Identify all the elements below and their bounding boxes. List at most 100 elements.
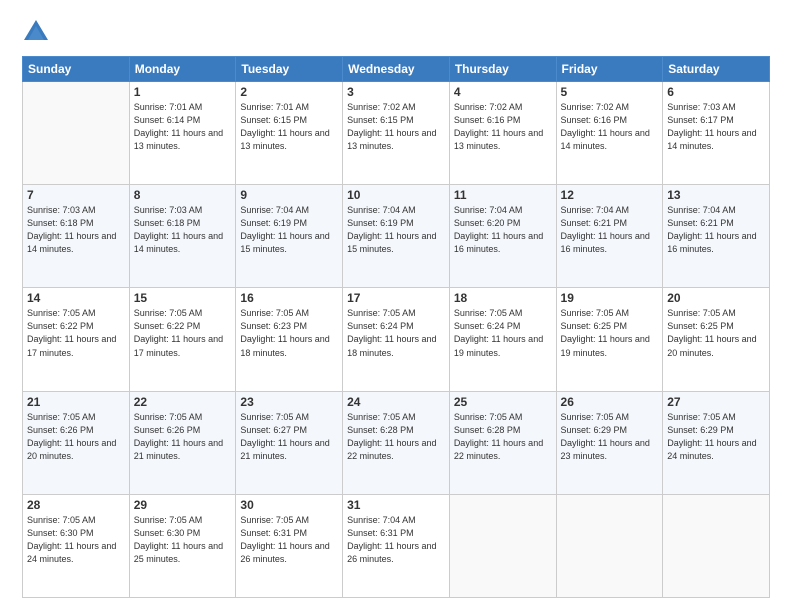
day-info: Sunrise: 7:05 AM Sunset: 6:31 PM Dayligh…: [240, 514, 338, 566]
day-number: 5: [561, 85, 659, 99]
day-cell: 19 Sunrise: 7:05 AM Sunset: 6:25 PM Dayli…: [556, 288, 663, 391]
day-number: 7: [27, 188, 125, 202]
day-number: 24: [347, 395, 445, 409]
day-cell: 4 Sunrise: 7:02 AM Sunset: 6:16 PM Daylig…: [449, 82, 556, 185]
day-number: 10: [347, 188, 445, 202]
day-info: Sunrise: 7:05 AM Sunset: 6:23 PM Dayligh…: [240, 307, 338, 359]
day-number: 29: [134, 498, 232, 512]
day-number: 2: [240, 85, 338, 99]
day-cell: 21 Sunrise: 7:05 AM Sunset: 6:26 PM Dayli…: [23, 391, 130, 494]
logo-icon: [22, 18, 50, 46]
day-info: Sunrise: 7:01 AM Sunset: 6:14 PM Dayligh…: [134, 101, 232, 153]
day-info: Sunrise: 7:05 AM Sunset: 6:27 PM Dayligh…: [240, 411, 338, 463]
day-number: 23: [240, 395, 338, 409]
col-header-saturday: Saturday: [663, 57, 770, 82]
col-header-sunday: Sunday: [23, 57, 130, 82]
col-header-thursday: Thursday: [449, 57, 556, 82]
day-info: Sunrise: 7:05 AM Sunset: 6:26 PM Dayligh…: [134, 411, 232, 463]
day-info: Sunrise: 7:04 AM Sunset: 6:20 PM Dayligh…: [454, 204, 552, 256]
col-header-tuesday: Tuesday: [236, 57, 343, 82]
day-cell: 13 Sunrise: 7:04 AM Sunset: 6:21 PM Dayli…: [663, 185, 770, 288]
day-cell: 5 Sunrise: 7:02 AM Sunset: 6:16 PM Daylig…: [556, 82, 663, 185]
day-info: Sunrise: 7:04 AM Sunset: 6:19 PM Dayligh…: [347, 204, 445, 256]
day-cell: 25 Sunrise: 7:05 AM Sunset: 6:28 PM Dayli…: [449, 391, 556, 494]
day-number: 27: [667, 395, 765, 409]
day-number: 19: [561, 291, 659, 305]
day-number: 3: [347, 85, 445, 99]
day-info: Sunrise: 7:01 AM Sunset: 6:15 PM Dayligh…: [240, 101, 338, 153]
day-number: 26: [561, 395, 659, 409]
week-row-5: 28 Sunrise: 7:05 AM Sunset: 6:30 PM Dayli…: [23, 494, 770, 597]
day-number: 18: [454, 291, 552, 305]
calendar-header-row: SundayMondayTuesdayWednesdayThursdayFrid…: [23, 57, 770, 82]
day-cell: 22Sunrise: 7:05 AM Sunset: 6:26 PM Dayli…: [129, 391, 236, 494]
week-row-1: 1 Sunrise: 7:01 AM Sunset: 6:14 PM Daylig…: [23, 82, 770, 185]
day-info: Sunrise: 7:04 AM Sunset: 6:31 PM Dayligh…: [347, 514, 445, 566]
day-number: 21: [27, 395, 125, 409]
day-info: Sunrise: 7:04 AM Sunset: 6:21 PM Dayligh…: [561, 204, 659, 256]
day-info: Sunrise: 7:05 AM Sunset: 6:29 PM Dayligh…: [667, 411, 765, 463]
logo: [22, 18, 54, 46]
day-number: 15: [134, 291, 232, 305]
day-cell: 8 Sunrise: 7:03 AM Sunset: 6:18 PM Daylig…: [129, 185, 236, 288]
day-cell: 15 Sunrise: 7:05 AM Sunset: 6:22 PM Dayli…: [129, 288, 236, 391]
day-info: Sunrise: 7:03 AM Sunset: 6:18 PM Dayligh…: [134, 204, 232, 256]
calendar: SundayMondayTuesdayWednesdayThursdayFrid…: [22, 56, 770, 598]
day-cell: 11 Sunrise: 7:04 AM Sunset: 6:20 PM Dayli…: [449, 185, 556, 288]
day-info: Sunrise: 7:04 AM Sunset: 6:21 PM Dayligh…: [667, 204, 765, 256]
col-header-wednesday: Wednesday: [343, 57, 450, 82]
day-number: 9: [240, 188, 338, 202]
day-number: 8: [134, 188, 232, 202]
day-number: 13: [667, 188, 765, 202]
day-info: Sunrise: 7:05 AM Sunset: 6:25 PM Dayligh…: [561, 307, 659, 359]
day-cell: 2 Sunrise: 7:01 AM Sunset: 6:15 PM Daylig…: [236, 82, 343, 185]
day-info: Sunrise: 7:05 AM Sunset: 6:22 PM Dayligh…: [134, 307, 232, 359]
day-cell: 10 Sunrise: 7:04 AM Sunset: 6:19 PM Dayli…: [343, 185, 450, 288]
day-info: Sunrise: 7:05 AM Sunset: 6:28 PM Dayligh…: [454, 411, 552, 463]
day-info: Sunrise: 7:05 AM Sunset: 6:26 PM Dayligh…: [27, 411, 125, 463]
day-info: Sunrise: 7:02 AM Sunset: 6:16 PM Dayligh…: [454, 101, 552, 153]
header: [22, 18, 770, 46]
day-info: Sunrise: 7:02 AM Sunset: 6:16 PM Dayligh…: [561, 101, 659, 153]
day-info: Sunrise: 7:02 AM Sunset: 6:15 PM Dayligh…: [347, 101, 445, 153]
day-cell: 9Sunrise: 7:04 AM Sunset: 6:19 PM Daylig…: [236, 185, 343, 288]
week-row-4: 21 Sunrise: 7:05 AM Sunset: 6:26 PM Dayli…: [23, 391, 770, 494]
day-info: Sunrise: 7:05 AM Sunset: 6:28 PM Dayligh…: [347, 411, 445, 463]
day-info: Sunrise: 7:05 AM Sunset: 6:24 PM Dayligh…: [347, 307, 445, 359]
day-number: 6: [667, 85, 765, 99]
day-number: 11: [454, 188, 552, 202]
day-cell: 29 Sunrise: 7:05 AM Sunset: 6:30 PM Dayli…: [129, 494, 236, 597]
day-number: 25: [454, 395, 552, 409]
day-info: Sunrise: 7:05 AM Sunset: 6:30 PM Dayligh…: [134, 514, 232, 566]
day-cell: 27 Sunrise: 7:05 AM Sunset: 6:29 PM Dayli…: [663, 391, 770, 494]
day-info: Sunrise: 7:05 AM Sunset: 6:25 PM Dayligh…: [667, 307, 765, 359]
day-cell: 30 Sunrise: 7:05 AM Sunset: 6:31 PM Dayli…: [236, 494, 343, 597]
day-number: 17: [347, 291, 445, 305]
day-number: 4: [454, 85, 552, 99]
col-header-monday: Monday: [129, 57, 236, 82]
day-number: 30: [240, 498, 338, 512]
day-cell: 6Sunrise: 7:03 AM Sunset: 6:17 PM Daylig…: [663, 82, 770, 185]
col-header-friday: Friday: [556, 57, 663, 82]
day-cell: 18 Sunrise: 7:05 AM Sunset: 6:24 PM Dayli…: [449, 288, 556, 391]
day-number: 28: [27, 498, 125, 512]
week-row-3: 14Sunrise: 7:05 AM Sunset: 6:22 PM Dayli…: [23, 288, 770, 391]
day-cell: 14Sunrise: 7:05 AM Sunset: 6:22 PM Dayli…: [23, 288, 130, 391]
day-cell: [449, 494, 556, 597]
day-cell: 16 Sunrise: 7:05 AM Sunset: 6:23 PM Dayli…: [236, 288, 343, 391]
day-cell: 28 Sunrise: 7:05 AM Sunset: 6:30 PM Dayli…: [23, 494, 130, 597]
day-info: Sunrise: 7:05 AM Sunset: 6:22 PM Dayligh…: [27, 307, 125, 359]
day-info: Sunrise: 7:05 AM Sunset: 6:30 PM Dayligh…: [27, 514, 125, 566]
day-info: Sunrise: 7:05 AM Sunset: 6:29 PM Dayligh…: [561, 411, 659, 463]
day-info: Sunrise: 7:03 AM Sunset: 6:18 PM Dayligh…: [27, 204, 125, 256]
day-cell: [23, 82, 130, 185]
day-cell: 17 Sunrise: 7:05 AM Sunset: 6:24 PM Dayli…: [343, 288, 450, 391]
day-cell: [556, 494, 663, 597]
day-number: 16: [240, 291, 338, 305]
day-cell: 20Sunrise: 7:05 AM Sunset: 6:25 PM Dayli…: [663, 288, 770, 391]
day-number: 1: [134, 85, 232, 99]
day-number: 31: [347, 498, 445, 512]
day-info: Sunrise: 7:05 AM Sunset: 6:24 PM Dayligh…: [454, 307, 552, 359]
day-cell: 7 Sunrise: 7:03 AM Sunset: 6:18 PM Daylig…: [23, 185, 130, 288]
day-cell: [663, 494, 770, 597]
